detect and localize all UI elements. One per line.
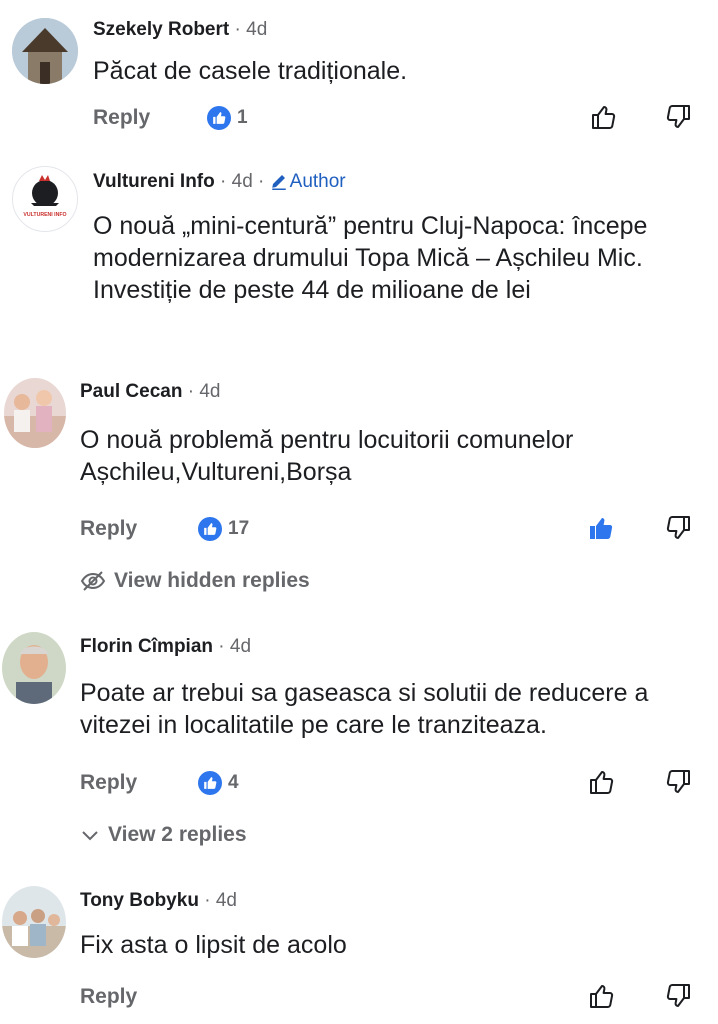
reply-button[interactable]: Reply <box>80 771 137 795</box>
thumbs-down-icon[interactable] <box>665 768 693 796</box>
comment-text[interactable]: O nouă „mini-centură” pentru Cluj-Napoca… <box>93 210 698 338</box>
comment-time: 4d <box>231 171 253 192</box>
reaction-count[interactable]: 4 <box>198 771 239 795</box>
comment-time: 4d <box>229 636 252 657</box>
reply-button[interactable]: Reply <box>80 985 137 1009</box>
thumbs-up-icon[interactable] <box>587 768 615 796</box>
comment-meta: Vultureni Info · 4d · Author <box>93 171 346 192</box>
view-replies-button[interactable]: View 2 replies <box>80 823 247 847</box>
reaction-count[interactable]: 1 <box>207 106 248 130</box>
comment-text: O nouă problemă pentru locuitorii comune… <box>80 426 574 486</box>
commenter-name[interactable]: Szekely Robert <box>93 19 229 40</box>
comment-time: 4d <box>246 19 268 40</box>
commenter-name[interactable]: Paul Cecan <box>80 381 182 402</box>
like-reaction-icon <box>198 771 222 795</box>
thumbs-down-icon[interactable] <box>665 982 693 1010</box>
avatar[interactable] <box>12 18 78 84</box>
comment-meta: Florin Cîmpian · 4d <box>80 636 252 657</box>
commenter-name[interactable]: Tony Bobyku <box>80 890 199 911</box>
avatar[interactable] <box>4 378 66 448</box>
like-reaction-icon <box>207 106 231 130</box>
reply-button[interactable]: Reply <box>80 517 137 541</box>
chevron-down-icon <box>82 831 98 841</box>
comment-time: 4d <box>199 381 221 402</box>
avatar[interactable] <box>2 886 66 958</box>
author-badge: Author <box>270 171 346 192</box>
avatar[interactable] <box>2 632 66 704</box>
thumbs-down-icon[interactable] <box>665 103 693 131</box>
avatar[interactable]: VULTURENI INFO <box>12 166 78 232</box>
comment-text: Poate ar trebui sa gaseasca si solutii d… <box>80 679 649 739</box>
eye-slash-icon <box>80 571 106 591</box>
reply-button[interactable]: Reply <box>93 106 150 130</box>
thumbs-up-filled-icon[interactable] <box>587 514 615 542</box>
thumbs-up-icon[interactable] <box>587 982 615 1010</box>
comment-meta: Szekely Robert · 4d <box>93 19 268 40</box>
comment-text: Fix asta o lipsit de acolo <box>80 931 347 959</box>
pencil-icon <box>271 175 286 190</box>
comment-meta: Tony Bobyku · 4d <box>80 890 237 911</box>
commenter-name[interactable]: Vultureni Info <box>93 171 215 192</box>
like-reaction-icon <box>198 517 222 541</box>
thumbs-down-icon[interactable] <box>665 514 693 542</box>
comment-time: 4d <box>215 890 237 911</box>
svg-text:VULTURENI INFO: VULTURENI INFO <box>23 212 66 218</box>
comment-text: Păcat de casele tradiționale. <box>93 57 408 85</box>
reaction-count[interactable]: 17 <box>198 517 249 541</box>
commenter-name[interactable]: Florin Cîmpian <box>80 636 213 657</box>
thumbs-up-icon[interactable] <box>589 103 617 131</box>
view-hidden-replies-button[interactable]: View hidden replies <box>80 569 310 593</box>
comment-meta: Paul Cecan · 4d <box>80 381 221 402</box>
